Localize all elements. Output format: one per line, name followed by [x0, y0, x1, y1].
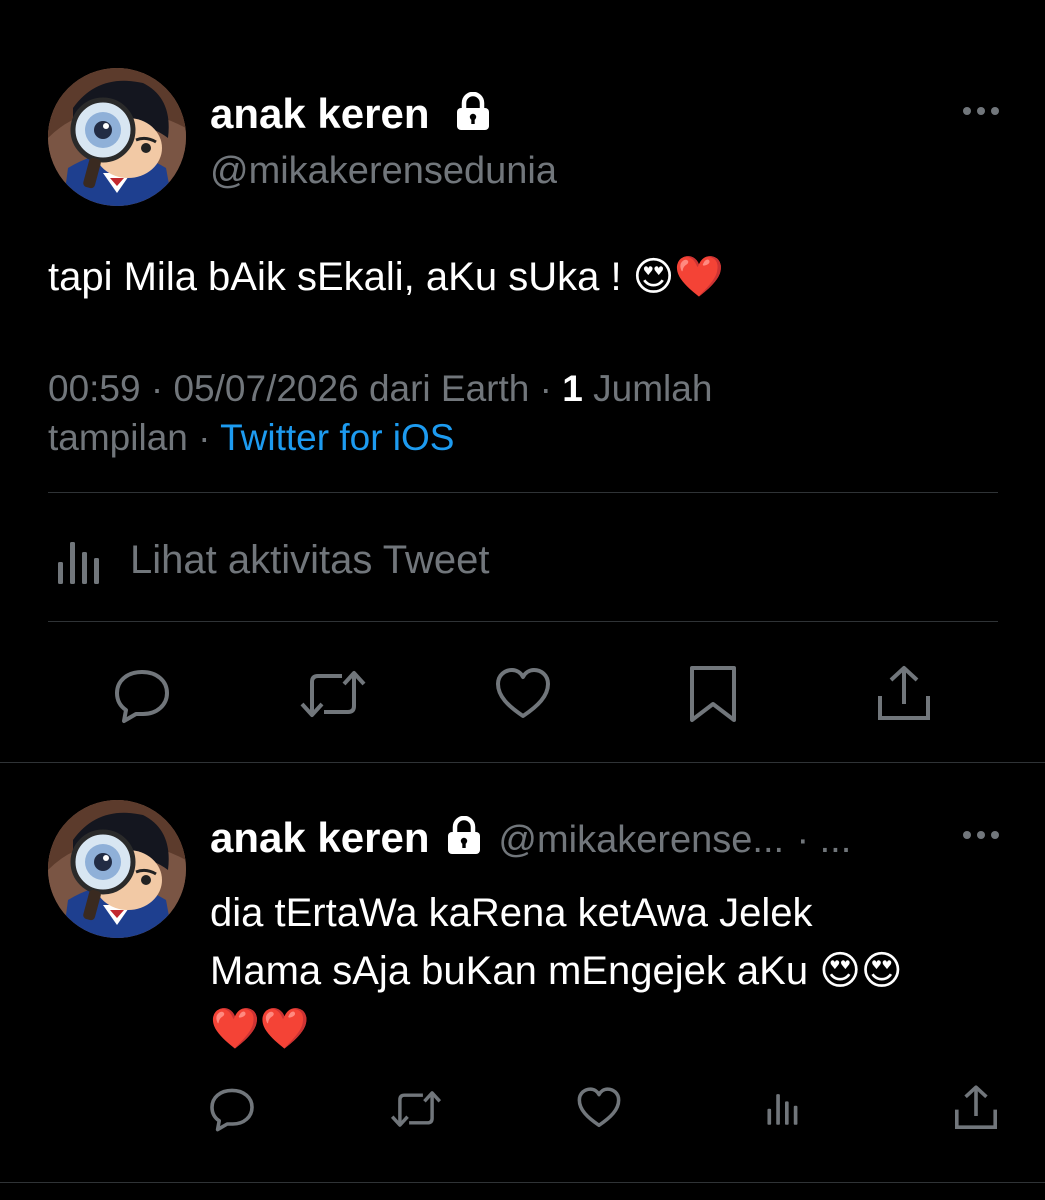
- meta-separator: ·: [796, 819, 810, 861]
- heart-icon: [577, 1087, 621, 1128]
- analytics-button[interactable]: [766, 1088, 804, 1128]
- tweet-meta: 00:59 · 05/07/2026 dari Earth · 1 Jumlah…: [48, 364, 1008, 462]
- avatar-detective-icon: [48, 68, 186, 206]
- analytics-icon: [58, 542, 99, 584]
- lock-icon: [457, 92, 490, 130]
- tweet-source-link[interactable]: Twitter for iOS: [220, 417, 454, 458]
- tweet-time[interactable]: ...: [820, 819, 852, 861]
- author-name[interactable]: anak keren: [210, 92, 491, 135]
- tweet-time[interactable]: 00:59: [48, 368, 141, 409]
- tweet-location: dari Earth: [368, 368, 530, 409]
- reply-icon: [115, 670, 169, 723]
- analytics-icon: [767, 1094, 798, 1125]
- like-button[interactable]: [576, 1086, 622, 1130]
- divider: [48, 621, 998, 622]
- more-horizontal-icon: [963, 831, 999, 839]
- retweet-button[interactable]: [390, 1086, 442, 1132]
- share-button[interactable]: [874, 664, 934, 724]
- reply-icon: [210, 1088, 254, 1132]
- like-button[interactable]: [494, 666, 552, 722]
- author-name-text[interactable]: anak keren: [210, 814, 429, 861]
- share-icon: [878, 666, 930, 720]
- bookmark-icon: [690, 666, 736, 722]
- retweet-button[interactable]: [300, 664, 366, 724]
- tweet-date[interactable]: 05/07/2026: [173, 368, 358, 409]
- meta-separator: ·: [198, 417, 211, 458]
- retweet-icon: [300, 671, 366, 717]
- avatar-detective-icon: [48, 800, 186, 938]
- reply-button[interactable]: [112, 664, 172, 724]
- meta-separator: ·: [539, 368, 552, 409]
- avatar[interactable]: [48, 800, 186, 938]
- lock-icon: [447, 816, 480, 854]
- share-icon: [955, 1085, 997, 1129]
- heart-icon: [496, 668, 550, 718]
- avatar[interactable]: [48, 68, 186, 206]
- more-button[interactable]: [962, 104, 1000, 123]
- author-handle[interactable]: @mikakerense...: [498, 819, 784, 861]
- divider: [0, 762, 1045, 763]
- reply-text-line: ❤️❤️: [210, 1007, 310, 1051]
- more-horizontal-icon: [963, 107, 999, 115]
- meta-separator: ·: [150, 368, 164, 409]
- reply-button[interactable]: [208, 1084, 256, 1132]
- author-name-text: anak keren: [210, 90, 430, 137]
- reply-text-line: dia tErtaWa kaRena ketAwa Jelek: [210, 891, 813, 935]
- retweet-icon: [390, 1091, 442, 1127]
- divider: [48, 492, 998, 493]
- share-button[interactable]: [952, 1084, 1000, 1132]
- bookmark-button[interactable]: [686, 664, 740, 724]
- views-label: Jumlah: [593, 368, 713, 409]
- reply-tweet-text: dia tErtaWa kaRena ketAwa Jelek Mama sAj…: [210, 884, 1010, 1058]
- reply-text-line: Mama sAja buKan mEngejek aKu 😍😍: [210, 949, 903, 993]
- author-handle[interactable]: @mikakerensedunia: [210, 152, 557, 190]
- reply-header: anak keren @mikakerense... · ...: [210, 816, 851, 859]
- views-label: tampilan: [48, 417, 188, 458]
- divider: [0, 1182, 1045, 1183]
- tweet-text: tapi Mila bAik sEkali, aKu sUka ! 😍❤️: [48, 255, 725, 299]
- more-button[interactable]: [962, 828, 1000, 847]
- activity-label: Lihat aktivitas Tweet: [130, 538, 490, 582]
- views-count: 1: [562, 368, 583, 409]
